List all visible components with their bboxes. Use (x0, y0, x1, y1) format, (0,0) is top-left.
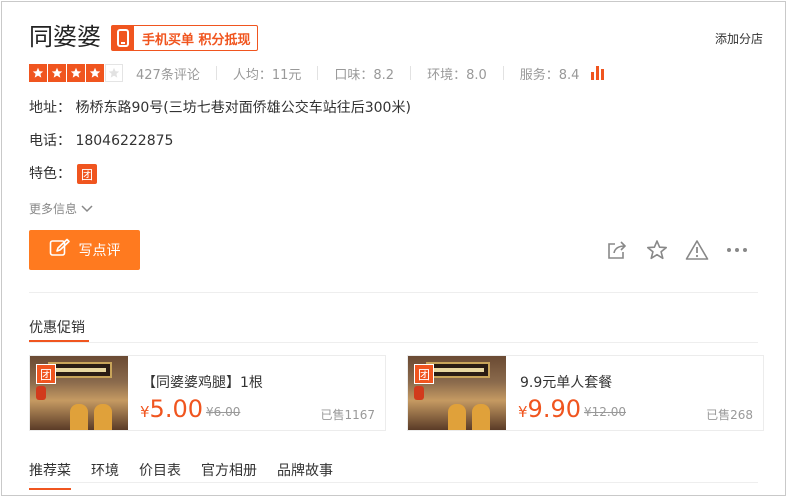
more-info-toggle[interactable]: 更多信息 (29, 200, 93, 217)
section-divider (29, 292, 758, 293)
address: 地址： 杨桥东路90号(三坊七巷对面侨雄公交车站往后300米) (29, 100, 411, 116)
tab-brand-story[interactable]: 品牌故事 (277, 460, 333, 480)
divider (502, 66, 504, 80)
share-icon[interactable] (605, 238, 629, 262)
phone-icon (112, 26, 134, 50)
divider (410, 66, 412, 80)
report-warning-icon[interactable] (685, 238, 709, 262)
more-options-icon[interactable] (725, 238, 749, 262)
deal-image: 团 (408, 356, 506, 430)
features: 特色： 团 (29, 163, 97, 184)
more-info-label: 更多信息 (29, 202, 78, 216)
deal-sold-count: 已售1167 (320, 408, 375, 422)
tabs-divider (29, 482, 758, 483)
rating-row: 427条评论 人均：11元 口味：8.2 环境：8.0 服务：8.4 (29, 62, 605, 84)
mobile-pay-label: 手机买单 积分抵现 (142, 32, 251, 48)
deal-name: 【同婆婆鸡腿】1根 (142, 375, 263, 391)
review-count[interactable]: 427条评论 (136, 64, 200, 83)
taste-score: 口味：8.2 (334, 67, 395, 83)
star-empty-icon (105, 64, 123, 82)
action-icons (605, 238, 749, 262)
group-buy-badge: 团 (414, 364, 434, 384)
deal-price: ¥5.00 (140, 395, 203, 423)
shop-panel: 同婆婆 手机买单 积分抵现 添加分店 427条评论 人均：11元 口味：8.2 … (1, 1, 786, 496)
environment-score: 环境：8.0 (427, 67, 487, 83)
divider (215, 66, 217, 80)
tab-price-list[interactable]: 价目表 (139, 460, 181, 480)
bar-chart-icon[interactable] (591, 66, 605, 80)
mobile-pay-badge[interactable]: 手机买单 积分抵现 (111, 25, 258, 51)
deal-image: 团 (30, 356, 128, 430)
star-rating (29, 64, 124, 82)
deal-original-price: ¥6.00 (206, 405, 241, 419)
add-branch-link[interactable]: 添加分店 (715, 30, 763, 47)
write-review-button[interactable]: 写点评 (29, 230, 140, 270)
chevron-down-icon (81, 202, 93, 216)
service-score: 服务：8.4 (519, 67, 580, 83)
star-filled-icon (29, 64, 47, 82)
tab-official-album[interactable]: 官方相册 (201, 460, 257, 480)
promotions-divider (29, 342, 758, 343)
deal-original-price: ¥12.00 (584, 405, 626, 419)
deal-sold-count: 已售268 (706, 408, 753, 422)
star-filled-icon (86, 64, 104, 82)
star-filled-icon (67, 64, 85, 82)
divider (317, 66, 319, 80)
features-label: 特色： (29, 166, 71, 182)
phone: 电话： 18046222875 (29, 133, 174, 149)
favorite-star-icon[interactable] (645, 238, 669, 262)
write-review-label: 写点评 (78, 243, 121, 259)
detail-tabs: 推荐菜 环境 价目表 官方相册 品牌故事 (29, 460, 333, 490)
avg-price: 人均：11元 (232, 67, 302, 83)
promotions-title: 优惠促销 (29, 320, 85, 336)
tab-recommended-dishes[interactable]: 推荐菜 (29, 460, 71, 490)
star-filled-icon (48, 64, 66, 82)
promotions-underline (29, 340, 89, 342)
edit-icon (49, 238, 71, 262)
deal-card-2[interactable]: 团 9.9元单人套餐 ¥9.90 ¥12.00 已售268 (407, 355, 764, 431)
deal-price: ¥9.90 (518, 395, 581, 423)
group-buy-badge: 团 (36, 364, 56, 384)
tab-environment[interactable]: 环境 (91, 460, 119, 480)
group-buy-badge[interactable]: 团 (77, 164, 97, 184)
shop-title: 同婆婆 (29, 23, 101, 51)
deal-card-1[interactable]: 团 【同婆婆鸡腿】1根 ¥5.00 ¥6.00 已售1167 (29, 355, 386, 431)
deal-name: 9.9元单人套餐 (520, 375, 613, 391)
